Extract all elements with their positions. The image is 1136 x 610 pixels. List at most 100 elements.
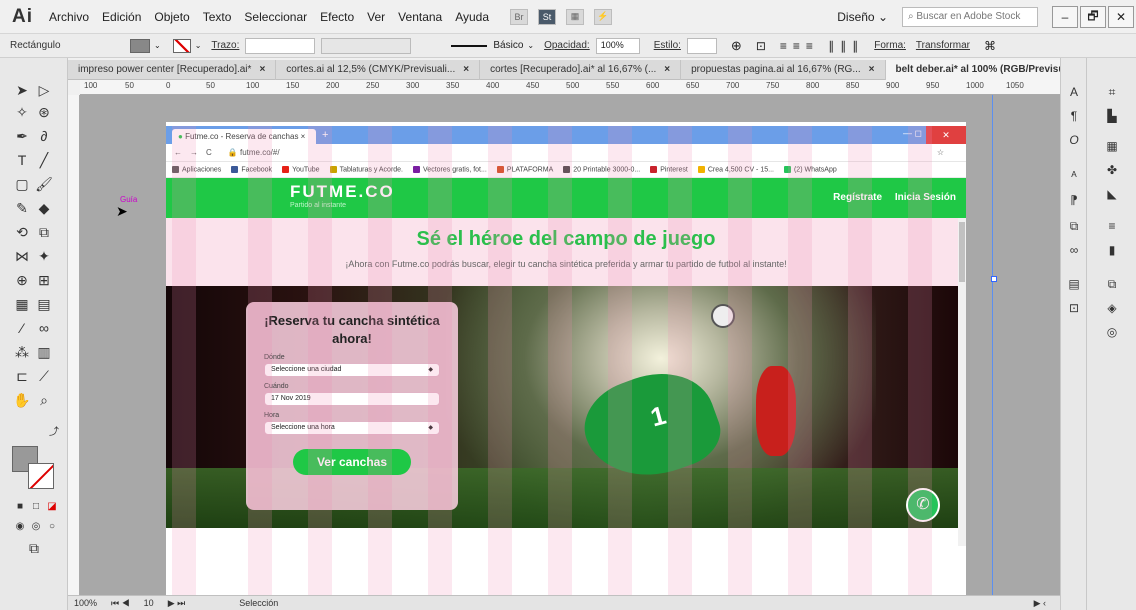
shape-label[interactable]: Forma: xyxy=(874,40,906,51)
tab-document-2[interactable]: cortes.ai al 12,5% (CMYK/Previsuali... × xyxy=(276,59,481,80)
new-tab-button[interactable]: + xyxy=(322,129,328,141)
address-bar[interactable]: ← → C 🔒 futme.co/#/ ☆ xyxy=(166,144,966,162)
horizontal-ruler[interactable]: 100 50 0 50 100 150 200 250 300 350 400 … xyxy=(80,80,1060,95)
selection-handle[interactable] xyxy=(991,276,997,282)
gpu-performance-icon[interactable]: ⚡ xyxy=(594,8,613,25)
workspace-switcher[interactable]: Diseño ⌄ xyxy=(837,10,888,24)
bookmark-item[interactable]: YouTube xyxy=(282,165,320,173)
screen-mode-icon[interactable]: ⧉ xyxy=(24,538,44,558)
zoom-level[interactable]: 100% xyxy=(74,598,97,608)
curvature-tool-icon[interactable]: ∂ xyxy=(34,126,54,146)
artboards-panel-icon[interactable]: ⊡ xyxy=(1065,300,1083,316)
width-tool-icon[interactable]: ⋈ xyxy=(12,246,32,266)
city-select[interactable]: Seleccione una ciudad ◆ xyxy=(264,363,440,377)
close-button[interactable]: ✕ xyxy=(1108,6,1134,28)
paintbrush-tool-icon[interactable]: 🖌 xyxy=(34,174,54,194)
date-input[interactable]: 17 Nov 2019 xyxy=(264,392,440,406)
menu-ver[interactable]: Ver xyxy=(367,10,385,24)
bridge-icon[interactable]: Br xyxy=(510,8,529,25)
graphic-styles-icon[interactable]: ◣ xyxy=(1103,186,1121,202)
browser-minimize-icon[interactable]: — ◻ xyxy=(903,128,922,139)
chevron-down-icon[interactable]: ⌄ xyxy=(527,41,534,50)
align-panel-icon[interactable]: ▙ xyxy=(1103,108,1121,124)
stroke-panel-icon[interactable]: ≡ xyxy=(1103,218,1121,234)
adobe-stock-search-input[interactable]: ⌕ Buscar en Adobe Stock xyxy=(902,7,1038,27)
links-panel-icon[interactable]: ⧉ xyxy=(1065,218,1083,234)
time-select[interactable]: Seleccione una hora ◆ xyxy=(264,421,440,435)
close-icon[interactable]: × xyxy=(869,64,875,75)
zoom-tool-icon[interactable]: ⌕ xyxy=(34,390,54,410)
close-icon[interactable]: × xyxy=(463,64,469,75)
perspective-grid-tool-icon[interactable]: ⊞ xyxy=(34,270,54,290)
star-icon[interactable]: ☆ xyxy=(937,148,944,157)
bookmark-item[interactable]: Pinterest xyxy=(650,165,688,173)
futme-logo[interactable]: FUTME.CO xyxy=(290,182,395,202)
bookmark-item[interactable]: Tablaturas y Acorde. xyxy=(329,165,403,173)
tab-document-1[interactable]: impreso power center [Recuperado].ai* × xyxy=(68,59,277,80)
bookmark-item[interactable]: (2) WhatsApp xyxy=(783,165,837,173)
bookmark-item[interactable]: Aplicaciones xyxy=(172,165,221,173)
direct-selection-tool-icon[interactable]: ▷ xyxy=(34,80,54,100)
menu-edicion[interactable]: Edición xyxy=(102,10,141,24)
blend-tool-icon[interactable]: ∞ xyxy=(34,318,54,338)
appearance-panel-icon[interactable]: ◎ xyxy=(1103,324,1121,340)
shaper-tool-icon[interactable]: ✎ xyxy=(12,198,32,218)
libraries-panel-icon[interactable]: ▤ xyxy=(1065,276,1083,292)
register-link[interactable]: Regístrate xyxy=(833,192,882,203)
artboard-nav-next-icon[interactable]: ▶ ⏭ xyxy=(168,598,186,609)
glyphs-panel-icon[interactable]: ᴬ xyxy=(1065,168,1083,184)
variable-width-field[interactable] xyxy=(321,37,412,54)
close-icon[interactable]: × xyxy=(664,64,670,75)
stroke-color-box[interactable] xyxy=(28,463,54,489)
chevron-down-icon[interactable]: ⌄ xyxy=(154,41,161,50)
pen-tool-icon[interactable]: ✒ xyxy=(12,126,32,146)
whatsapp-button[interactable]: ✆ xyxy=(906,488,940,522)
gradient-tool-icon[interactable]: ▤ xyxy=(34,294,54,314)
bookmark-item[interactable]: 20 Printable 3000-0... xyxy=(563,165,640,173)
canvas-area[interactable]: Guía ➤ ● Futme.co - Reserva de canchas ×… xyxy=(80,95,1060,595)
menu-ayuda[interactable]: Ayuda xyxy=(455,10,489,24)
mesh-tool-icon[interactable]: ▦ xyxy=(12,294,32,314)
character-panel-icon[interactable]: A xyxy=(1065,84,1083,100)
none-mode-icon[interactable]: ◪ xyxy=(42,496,62,516)
arrange-documents-icon[interactable]: ▦ xyxy=(566,8,585,25)
eyedropper-tool-icon[interactable]: ⁄ xyxy=(12,318,32,338)
free-transform-tool-icon[interactable]: ⧉ xyxy=(34,222,54,242)
artboard-tool-icon[interactable]: ⊏ xyxy=(12,366,32,386)
slice-tool-icon[interactable]: ⟋ xyxy=(34,366,54,386)
pathfinder-panel-icon[interactable]: ⧉ xyxy=(1103,276,1121,292)
recolor-artwork-icon[interactable]: ⊕ xyxy=(731,38,742,54)
graphic-style-swatch[interactable] xyxy=(686,37,717,54)
lasso-tool-icon[interactable]: ⊛ xyxy=(34,102,54,122)
layers-panel-icon[interactable]: ◈ xyxy=(1103,300,1121,316)
menu-seleccionar[interactable]: Seleccionar xyxy=(244,10,307,24)
gradient-panel-icon[interactable]: ▮ xyxy=(1103,242,1121,258)
view-fields-button[interactable]: Ver canchas xyxy=(293,449,411,475)
symbol-sprayer-tool-icon[interactable]: ⁂ xyxy=(12,342,32,362)
vertical-guide[interactable] xyxy=(992,95,993,595)
tab-document-3[interactable]: cortes [Recuperado].ai* al 16,67% (... × xyxy=(480,59,682,80)
fill-color-swatch[interactable] xyxy=(130,38,150,53)
menu-ventana[interactable]: Ventana xyxy=(398,10,442,24)
bookmark-item[interactable]: Crea 4,500 CV - 15... xyxy=(697,165,774,173)
browser-scrollbar[interactable] xyxy=(958,218,966,546)
align-to-icon[interactable]: ⊡ xyxy=(756,39,766,53)
char-styles-icon[interactable]: ⁋ xyxy=(1065,192,1083,208)
forward-icon[interactable]: → xyxy=(190,148,198,157)
column-graph-tool-icon[interactable]: ▥ xyxy=(34,342,54,362)
opacity-field[interactable]: 100% xyxy=(595,37,640,54)
isolate-icon[interactable]: ⌘ xyxy=(984,39,996,53)
stroke-weight-field[interactable] xyxy=(245,37,316,54)
bookmark-item[interactable]: Vectores gratis, fot... xyxy=(413,165,487,173)
draw-inside-icon[interactable]: ○ xyxy=(42,516,62,536)
restore-button[interactable]: 🗗 xyxy=(1080,6,1106,28)
vertical-ruler[interactable] xyxy=(68,95,80,595)
browser-close-icon[interactable]: ✕ xyxy=(926,126,966,144)
menu-texto[interactable]: Texto xyxy=(203,10,232,24)
magic-wand-tool-icon[interactable]: ✧ xyxy=(12,102,32,122)
menu-efecto[interactable]: Efecto xyxy=(320,10,354,24)
rotate-tool-icon[interactable]: ⟲ xyxy=(12,222,32,242)
swatches-panel-icon[interactable]: ▦ xyxy=(1103,138,1121,154)
artboard-number[interactable]: 10 xyxy=(144,598,154,608)
stroke-color-swatch[interactable] xyxy=(172,38,191,53)
